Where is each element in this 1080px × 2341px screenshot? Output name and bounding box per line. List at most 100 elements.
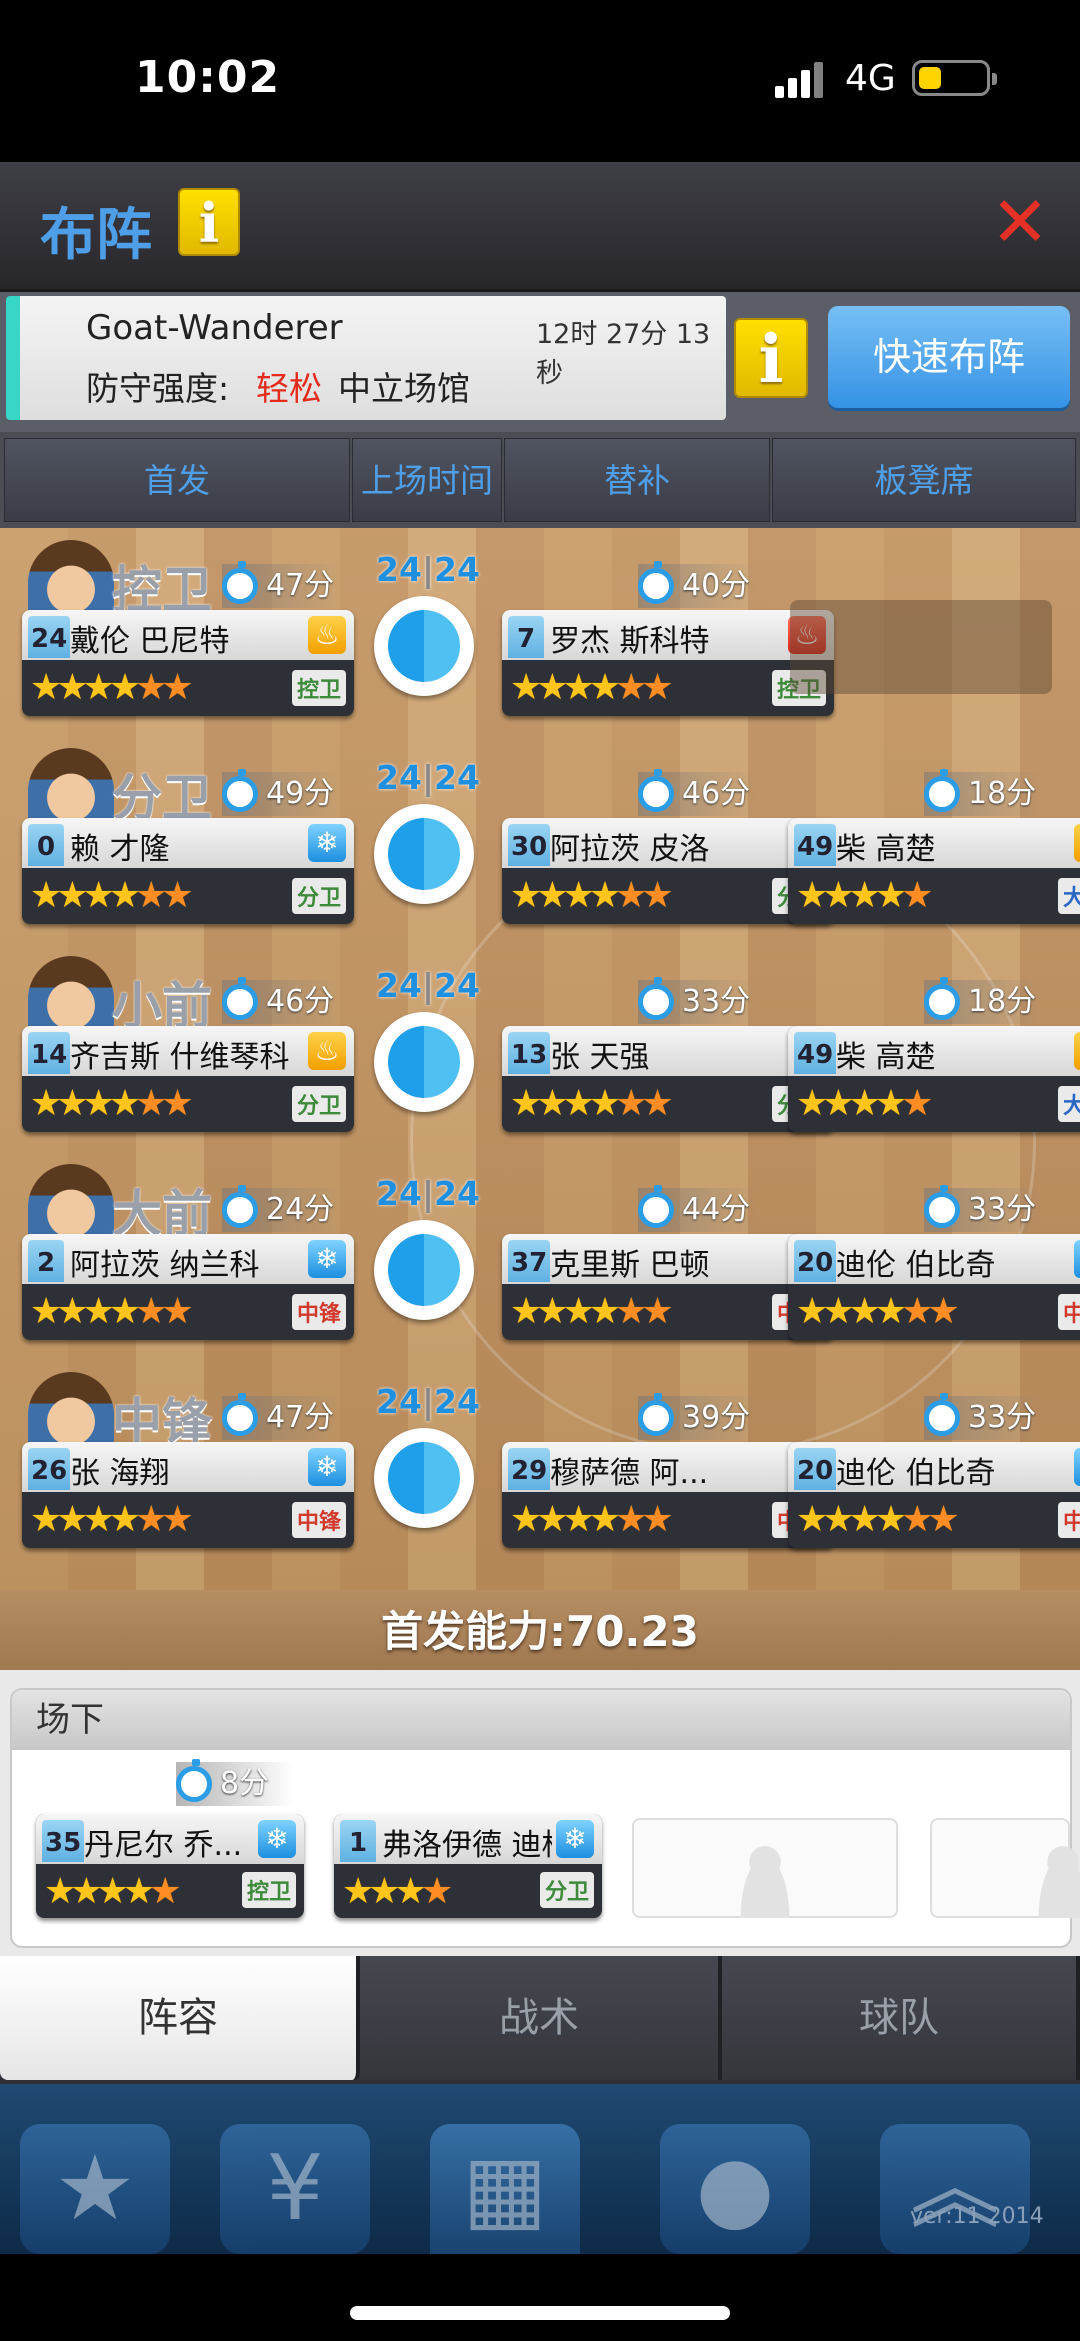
player-card[interactable]: 35 丹尼尔 乔... ❄ ★★★★★ 控卫 bbox=[36, 1814, 304, 1918]
info-icon[interactable]: i bbox=[734, 318, 808, 398]
full-stars: ★★★★ bbox=[796, 1083, 907, 1124]
minutes-dial[interactable] bbox=[374, 596, 474, 696]
player-card[interactable]: 13张 天强♨★★★★★★分卫 bbox=[502, 1026, 834, 1132]
chat-icon[interactable]: ● bbox=[660, 2124, 810, 2254]
ratio-right: 24 bbox=[434, 1382, 480, 1421]
full-stars: ★★★★ bbox=[510, 667, 621, 708]
player-name: 阿拉茨 纳兰科 bbox=[70, 1248, 260, 1283]
player-name: 柴 高楚 bbox=[836, 832, 936, 867]
stopwatch-icon bbox=[638, 561, 674, 604]
star-rating: ★★★★★★ bbox=[30, 1290, 194, 1334]
player-card[interactable]: 26 张 海翔 ❄ ★★★★★★ 中锋 bbox=[22, 1442, 354, 1548]
minutes-dial[interactable] bbox=[374, 804, 474, 904]
player-card[interactable]: 24 戴伦 巴尼特 ♨ ★★★★★★ 控卫 bbox=[22, 610, 354, 716]
player-card[interactable]: 30阿拉茨 皮洛❄★★★★★★分卫 bbox=[502, 818, 834, 924]
info-icon[interactable]: i bbox=[178, 188, 240, 256]
star-icon[interactable]: ★ bbox=[20, 2124, 170, 2254]
tab-substitutes[interactable]: 替补 bbox=[504, 438, 770, 522]
empty-sub-slot[interactable] bbox=[790, 600, 1052, 694]
minutes-ratio: 24|24 bbox=[376, 966, 480, 1005]
half-stars: ★ bbox=[420, 1871, 453, 1912]
stopwatch-icon bbox=[638, 769, 674, 812]
player-name: 克里斯 巴顿 bbox=[550, 1248, 710, 1283]
close-icon[interactable]: ✕ bbox=[990, 187, 1050, 257]
star-rating: ★★★★★★ bbox=[30, 666, 194, 710]
home-area bbox=[0, 2254, 1080, 2341]
minutes-dial[interactable] bbox=[374, 1428, 474, 1528]
half-stars: ★★ bbox=[615, 1499, 673, 1540]
player-card[interactable]: 29穆萨德 阿...♨★★★★★★中锋 bbox=[502, 1442, 834, 1548]
player-card[interactable]: 20迪伦 伯比奇 ❄ ★★★★★★ 中锋 bbox=[788, 1442, 1080, 1548]
player-card[interactable]: 49柴 高楚 ♨ ★★★★★ 大前 bbox=[788, 818, 1080, 924]
position-badge: 中锋 bbox=[291, 1502, 346, 1538]
player-card[interactable]: 1弗洛伊德 迪格尔❄ ★★★★ 分卫 bbox=[334, 1814, 602, 1918]
tab-tactics[interactable]: 战术 bbox=[360, 1956, 722, 2080]
star-rating: ★★★★★★ bbox=[30, 874, 194, 918]
half-stars: ★★ bbox=[135, 667, 193, 708]
ratio-left: 24 bbox=[376, 550, 422, 589]
tab-bench[interactable]: 板凳席 bbox=[772, 438, 1076, 522]
jersey-number: 49 bbox=[794, 824, 837, 866]
star-rating: ★★★★★★ bbox=[510, 666, 674, 710]
empty-bench-slot[interactable] bbox=[930, 1818, 1080, 1918]
yen-icon[interactable]: ¥ bbox=[220, 2124, 370, 2254]
tab-playing-time[interactable]: 上场时间 bbox=[352, 438, 502, 522]
home-indicator[interactable] bbox=[350, 2306, 730, 2320]
player-card[interactable]: 20迪伦 伯比奇 ❄ ★★★★★★ 中锋 bbox=[788, 1234, 1080, 1340]
position-badge: 中锋 bbox=[291, 1294, 346, 1330]
full-stars: ★★★★ bbox=[30, 667, 141, 708]
player-name: 穆萨德 阿... bbox=[550, 1456, 709, 1491]
minutes-ratio: 24|24 bbox=[376, 1174, 480, 1213]
position-badge: 控卫 bbox=[291, 670, 346, 706]
jersey-number: 49 bbox=[794, 1032, 837, 1074]
snowflake-icon: ❄ bbox=[308, 824, 346, 862]
stopwatch-icon bbox=[222, 1185, 258, 1228]
minutes-ratio: 24|24 bbox=[376, 758, 480, 797]
team-name: Goat-Wanderer bbox=[86, 308, 343, 348]
match-header: Goat-Wanderer 12时 27分 13秒 防守强度: 轻松 中立场馆 … bbox=[0, 292, 1080, 432]
player-card[interactable]: 2 阿拉茨 纳兰科 ❄ ★★★★★★ 中锋 bbox=[22, 1234, 354, 1340]
player-card[interactable]: 14 齐吉斯 什维琴科 ♨ ★★★★★★ 分卫 bbox=[22, 1026, 354, 1132]
player-card[interactable]: 7 罗杰 斯科特 ♨ ★★★★★★ 控卫 bbox=[502, 610, 834, 716]
chevron-up-icon[interactable]: ︽ bbox=[880, 2124, 1030, 2254]
full-stars: ★★★★ bbox=[30, 1291, 141, 1332]
player-card[interactable]: 49柴 高楚 ♨ ★★★★★ 大前 bbox=[788, 1026, 1080, 1132]
stopwatch-icon bbox=[924, 1393, 960, 1436]
player-name: 赖 才隆 bbox=[70, 832, 170, 867]
empty-bench-slot[interactable] bbox=[632, 1818, 898, 1918]
half-stars: ★★ bbox=[615, 875, 673, 916]
minutes-dial[interactable] bbox=[374, 1012, 474, 1112]
defense-label: 防守强度: bbox=[86, 369, 230, 408]
stopwatch-icon bbox=[638, 1185, 674, 1228]
star-rating: ★★★★★★ bbox=[30, 1082, 194, 1126]
half-stars: ★ bbox=[149, 1871, 181, 1912]
arena-icon[interactable]: ▦ bbox=[430, 2124, 580, 2254]
flame-icon: ♨ bbox=[308, 1032, 346, 1070]
stopwatch-icon bbox=[638, 1393, 674, 1436]
tab-team[interactable]: 球队 bbox=[722, 1956, 1080, 2080]
half-stars: ★★ bbox=[615, 1083, 673, 1124]
player-card[interactable]: 37克里斯 巴顿❄★★★★★★中锋 bbox=[502, 1234, 834, 1340]
minutes-dial[interactable] bbox=[374, 1220, 474, 1320]
full-stars: ★★★★ bbox=[510, 1291, 621, 1332]
snowflake-icon: ❄ bbox=[1074, 1240, 1080, 1278]
player-name: 齐吉斯 什维琴科 bbox=[70, 1040, 290, 1075]
player-card[interactable]: 0赖 才隆 ❄ ★★★★★★ 分卫 bbox=[22, 818, 354, 924]
tab-lineup[interactable]: 阵容 bbox=[0, 1956, 360, 2080]
lineup-row: 中锋47分26张 海翔❄★★★★★★中锋24|2439分29穆萨德 阿...♨★… bbox=[0, 1372, 1080, 1572]
ratio-divider: | bbox=[421, 966, 434, 1005]
lineup-column-tabs: 首发 上场时间 替补 板凳席 bbox=[0, 432, 1080, 528]
tab-starters[interactable]: 首发 bbox=[4, 438, 350, 522]
network-type: 4G bbox=[845, 58, 896, 99]
jersey-number: 7 bbox=[508, 616, 544, 658]
player-name: 迪伦 伯比奇 bbox=[836, 1248, 996, 1283]
star-rating: ★★★★★★ bbox=[796, 1290, 960, 1334]
jersey-number: 29 bbox=[508, 1448, 551, 1490]
ratio-right: 24 bbox=[434, 966, 480, 1005]
jersey-number: 26 bbox=[28, 1448, 71, 1490]
quick-lineup-button[interactable]: 快速布阵 bbox=[828, 306, 1070, 408]
snowflake-icon: ❄ bbox=[556, 1820, 594, 1858]
player-name: 柴 高楚 bbox=[836, 1040, 936, 1075]
full-stars: ★★★★ bbox=[796, 875, 907, 916]
jersey-number: 2 bbox=[28, 1240, 64, 1282]
